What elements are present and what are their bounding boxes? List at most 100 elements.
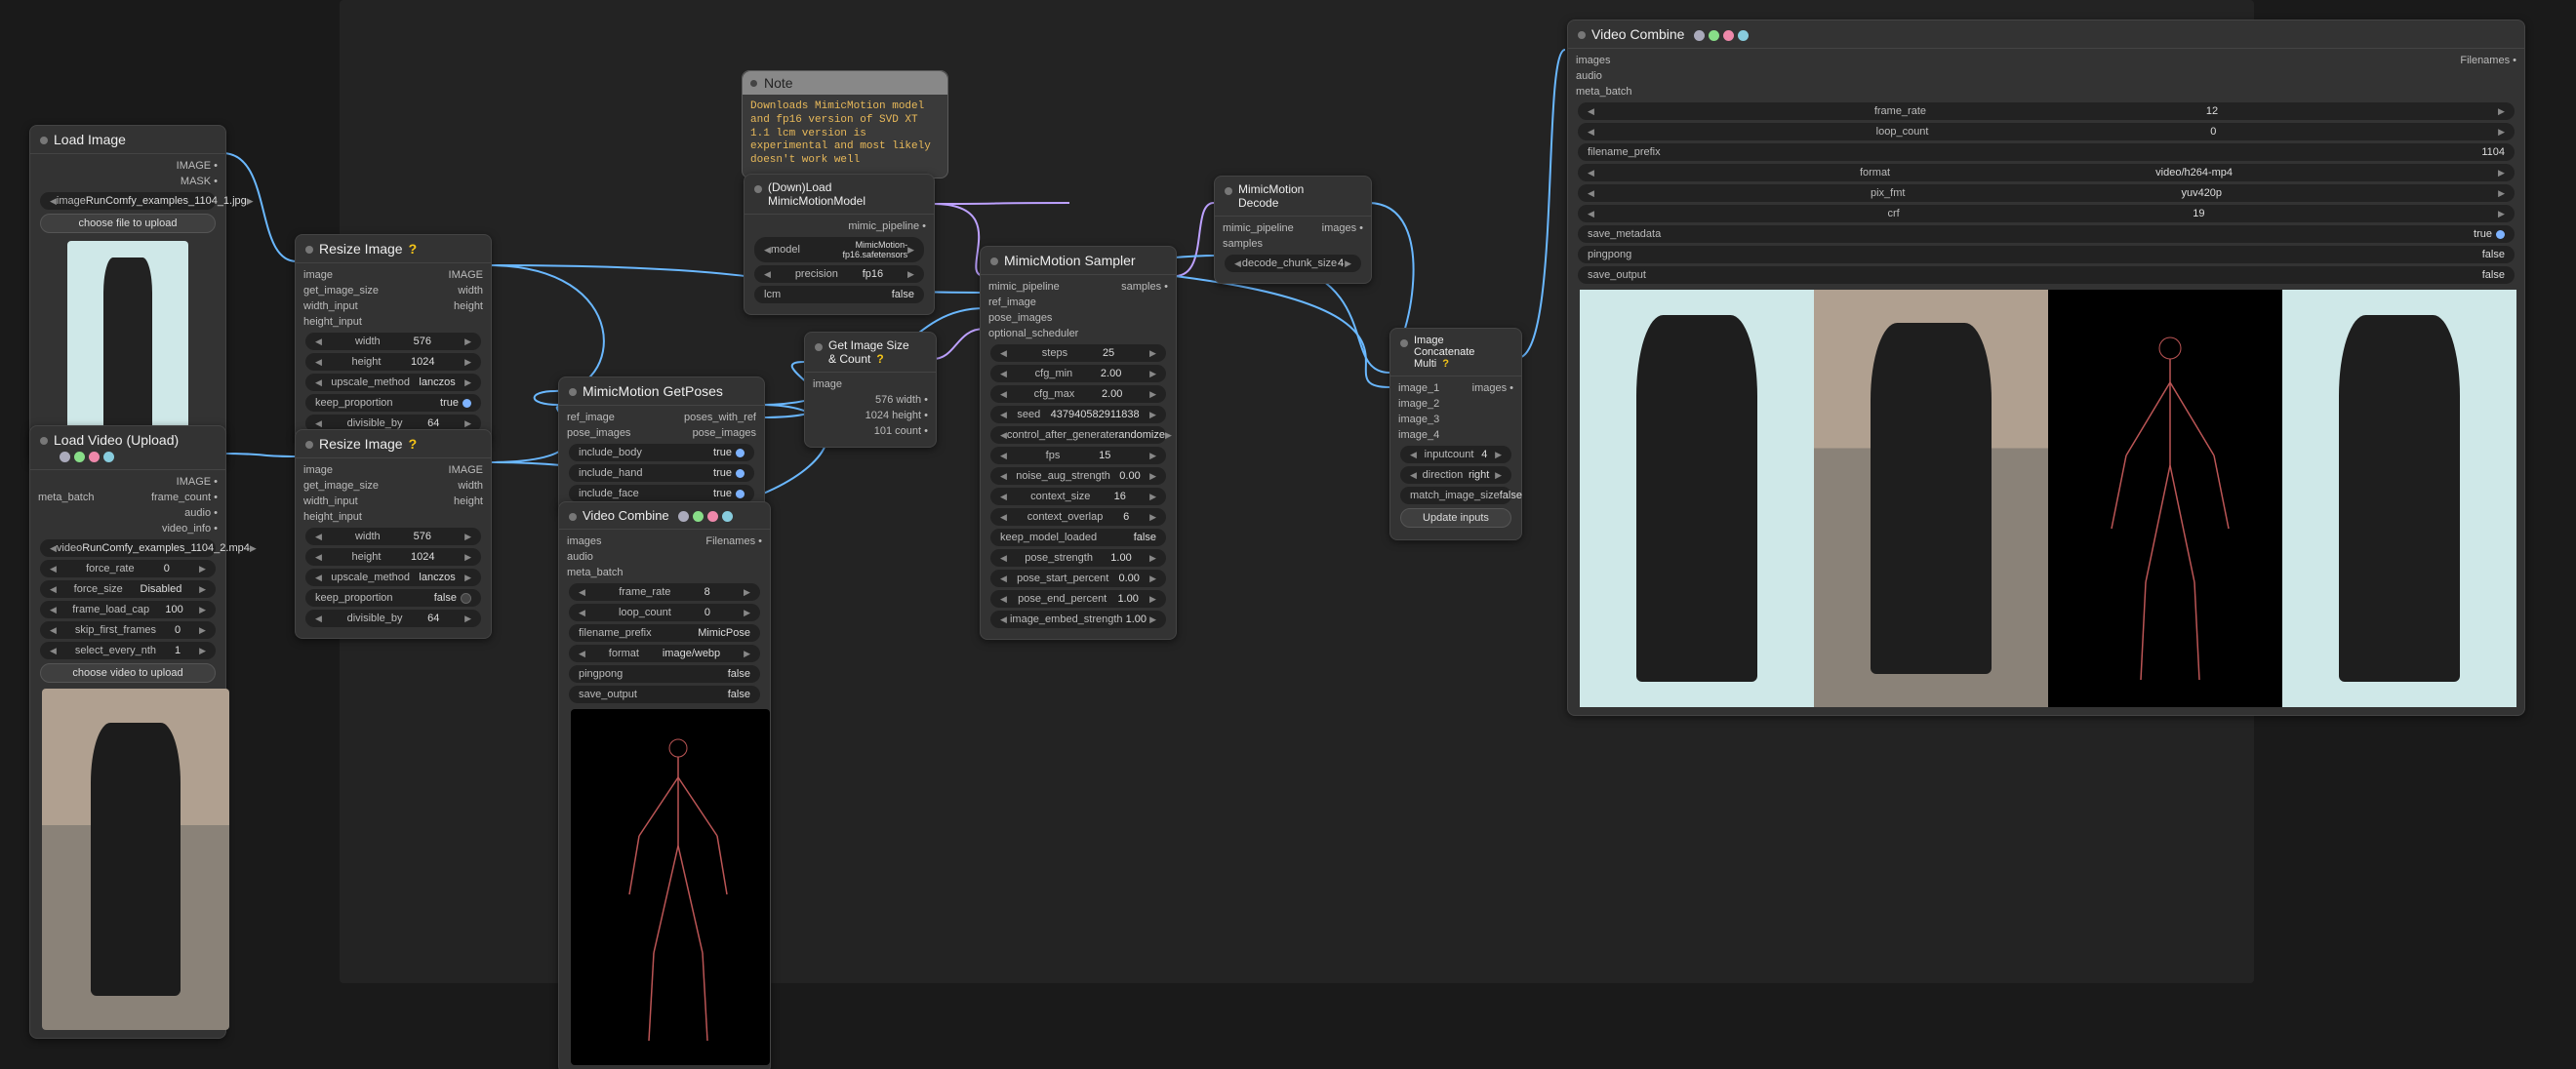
out-width: width (458, 285, 483, 297)
w-chunk[interactable]: ◀decode_chunk_size4▶ (1225, 255, 1361, 272)
w-width[interactable]: ◀width576▶ (305, 528, 481, 545)
out-image: IMAGE (449, 269, 483, 281)
node-title: Video Combine (559, 502, 770, 530)
w-frame-rate[interactable]: ◀frame_rate12▶ (1578, 102, 2515, 120)
node-load-model[interactable]: (Down)Load MimicMotionModel mimic_pipeli… (744, 174, 935, 315)
node-load-video[interactable]: Load Video (Upload) IMAGE • meta_batch fr… (29, 425, 226, 1039)
w-ctx-size[interactable]: ◀context_size16▶ (990, 488, 1166, 505)
output-mask: MASK • (181, 176, 218, 187)
w-pix-fmt[interactable]: ◀pix_fmtyuv420p▶ (1578, 184, 2515, 202)
w-direction[interactable]: ◀directionright▶ (1400, 466, 1511, 484)
w-save-output[interactable]: save_outputfalse (569, 686, 760, 703)
w-save-output[interactable]: save_outputfalse (1578, 266, 2515, 284)
node-editor-canvas[interactable]: Note Downloads MimicMotion model and fp1… (0, 0, 2576, 1069)
w-ctx-ov[interactable]: ◀context_overlap6▶ (990, 508, 1166, 526)
node-title: Load Image (30, 126, 225, 154)
w-fps[interactable]: ◀fps15▶ (990, 447, 1166, 464)
node-video-combine-small[interactable]: Video Combine imagesFilenames • audio me… (558, 501, 771, 1069)
w-precision[interactable]: ◀precisionfp16▶ (754, 265, 924, 283)
skip-first-frames[interactable]: ◀skip_first_frames0▶ (40, 621, 216, 639)
w-steps[interactable]: ◀steps25▶ (990, 344, 1166, 362)
w-filename-prefix[interactable]: filename_prefix1104 (1578, 143, 2515, 161)
output-audio: audio • (184, 507, 218, 519)
frame-load-cap[interactable]: ◀frame_load_cap100▶ (40, 601, 216, 618)
node-resize-image-2[interactable]: Resize Image? imageIMAGE get_image_sizew… (295, 429, 492, 639)
w-face[interactable]: include_facetrue (569, 485, 754, 502)
w-crf[interactable]: ◀crf19▶ (1578, 205, 2515, 222)
force-rate[interactable]: ◀force_rate0▶ (40, 560, 216, 577)
image-selector[interactable]: ◀image RunComfy_examples_1104_1.jpg▶ (40, 192, 216, 210)
w-save-meta[interactable]: save_metadatatrue (1578, 225, 2515, 243)
pose-preview (571, 709, 770, 1065)
node-title: Load Video (Upload) (30, 426, 225, 470)
w-hand[interactable]: include_handtrue (569, 464, 754, 482)
w-loop-count[interactable]: ◀loop_count0▶ (569, 604, 760, 621)
w-pose-start[interactable]: ◀pose_start_percent0.00▶ (990, 570, 1166, 587)
w-format[interactable]: ◀formatvideo/h264-mp4▶ (1578, 164, 2515, 181)
node-title: MimicMotion Sampler (981, 247, 1176, 275)
w-pingpong[interactable]: pingpongfalse (1578, 246, 2515, 263)
w-keep-prop[interactable]: keep_proportiontrue (305, 394, 481, 412)
w-seed[interactable]: ◀seed437940582911838▶ (990, 406, 1166, 423)
w-keep-loaded[interactable]: keep_model_loadedfalse (990, 529, 1166, 546)
node-chips (60, 452, 114, 462)
out-height: height (454, 300, 483, 312)
video-preview (42, 689, 229, 1030)
node-title: Get Image Size & Count? (805, 333, 936, 373)
node-get-image-size[interactable]: Get Image Size & Count? image 576 width … (804, 332, 937, 448)
node-title: (Down)Load MimicMotionModel (745, 175, 934, 215)
note-title: Note (743, 71, 947, 95)
select-every-nth[interactable]: ◀select_every_nth1▶ (40, 642, 216, 659)
w-embed-str[interactable]: ◀image_embed_strength1.00▶ (990, 611, 1166, 628)
node-title: Video Combine (1568, 20, 2524, 49)
w-upscale[interactable]: ◀upscale_methodlanczos▶ (305, 374, 481, 391)
w-width[interactable]: ◀width576▶ (305, 333, 481, 350)
w-frame-rate[interactable]: ◀frame_rate8▶ (569, 583, 760, 601)
w-input-count[interactable]: ◀inputcount4▶ (1400, 446, 1511, 463)
w-div-by[interactable]: ◀divisible_by64▶ (305, 610, 481, 627)
w-pose-end[interactable]: ◀pose_end_percent1.00▶ (990, 590, 1166, 608)
node-resize-image-1[interactable]: Resize Image? imageIMAGE get_image_sizew… (295, 234, 492, 444)
output-image: IMAGE • (177, 476, 218, 488)
choose-file-button[interactable]: choose file to upload (40, 214, 216, 233)
w-cfgmin[interactable]: ◀cfg_min2.00▶ (990, 365, 1166, 382)
update-inputs-button[interactable]: Update inputs (1400, 508, 1511, 528)
w-body[interactable]: include_bodytrue (569, 444, 754, 461)
image-preview (67, 241, 188, 452)
w-upscale[interactable]: ◀upscale_methodlanczos▶ (305, 569, 481, 586)
w-match[interactable]: match_image_sizefalse (1400, 487, 1511, 504)
output-frame-count: frame_count • (151, 492, 218, 503)
w-height[interactable]: ◀height1024▶ (305, 548, 481, 566)
w-ctrl-after[interactable]: ◀control_after_generaterandomize▶ (990, 426, 1166, 444)
w-cfgmax[interactable]: ◀cfg_max2.00▶ (990, 385, 1166, 403)
node-title: Resize Image? (296, 235, 491, 263)
choose-video-button[interactable]: choose video to upload (40, 663, 216, 683)
node-getposes[interactable]: MimicMotion GetPoses ref_imageposes_with… (558, 376, 765, 514)
w-keep-prop[interactable]: keep_proportionfalse (305, 589, 481, 607)
w-pose-str[interactable]: ◀pose_strength1.00▶ (990, 549, 1166, 567)
note-node[interactable]: Note Downloads MimicMotion model and fp1… (742, 70, 948, 178)
w-pingpong[interactable]: pingpongfalse (569, 665, 760, 683)
w-loop-count[interactable]: ◀loop_count0▶ (1578, 123, 2515, 140)
w-noise[interactable]: ◀noise_aug_strength0.00▶ (990, 467, 1166, 485)
w-filename-prefix[interactable]: filename_prefixMimicPose (569, 624, 760, 642)
node-title: MimicMotion GetPoses (559, 377, 764, 406)
w-height[interactable]: ◀height1024▶ (305, 353, 481, 371)
in-get-image-size: get_image_size (303, 285, 379, 297)
in-image: image (303, 269, 333, 281)
in-width-input: width_input (303, 300, 358, 312)
node-concat[interactable]: Image Concatenate Multi? image_1images •… (1389, 328, 1522, 540)
input-meta-batch: meta_batch (38, 492, 94, 503)
w-lcm[interactable]: lcmfalse (754, 286, 924, 303)
output-image: IMAGE • (177, 160, 218, 172)
video-selector[interactable]: ◀videoRunComfy_examples_1104_2.mp4▶ (40, 539, 216, 557)
node-load-image[interactable]: Load Image IMAGE • MASK • ◀image RunComf… (29, 125, 226, 464)
node-decode[interactable]: MimicMotion Decode mimic_pipelineimages … (1214, 176, 1372, 284)
w-format[interactable]: ◀formatimage/webp▶ (569, 645, 760, 662)
force-size[interactable]: ◀force_sizeDisabled▶ (40, 580, 216, 598)
node-sampler[interactable]: MimicMotion Sampler mimic_pipelinesample… (980, 246, 1177, 640)
node-video-combine-large[interactable]: Video Combine imagesFilenames • audio me… (1567, 20, 2525, 716)
w-model[interactable]: ◀modelMimicMotion-fp16.safetensors▶ (754, 237, 924, 262)
node-title: MimicMotion Decode (1215, 177, 1371, 217)
in-height-input: height_input (303, 316, 362, 328)
